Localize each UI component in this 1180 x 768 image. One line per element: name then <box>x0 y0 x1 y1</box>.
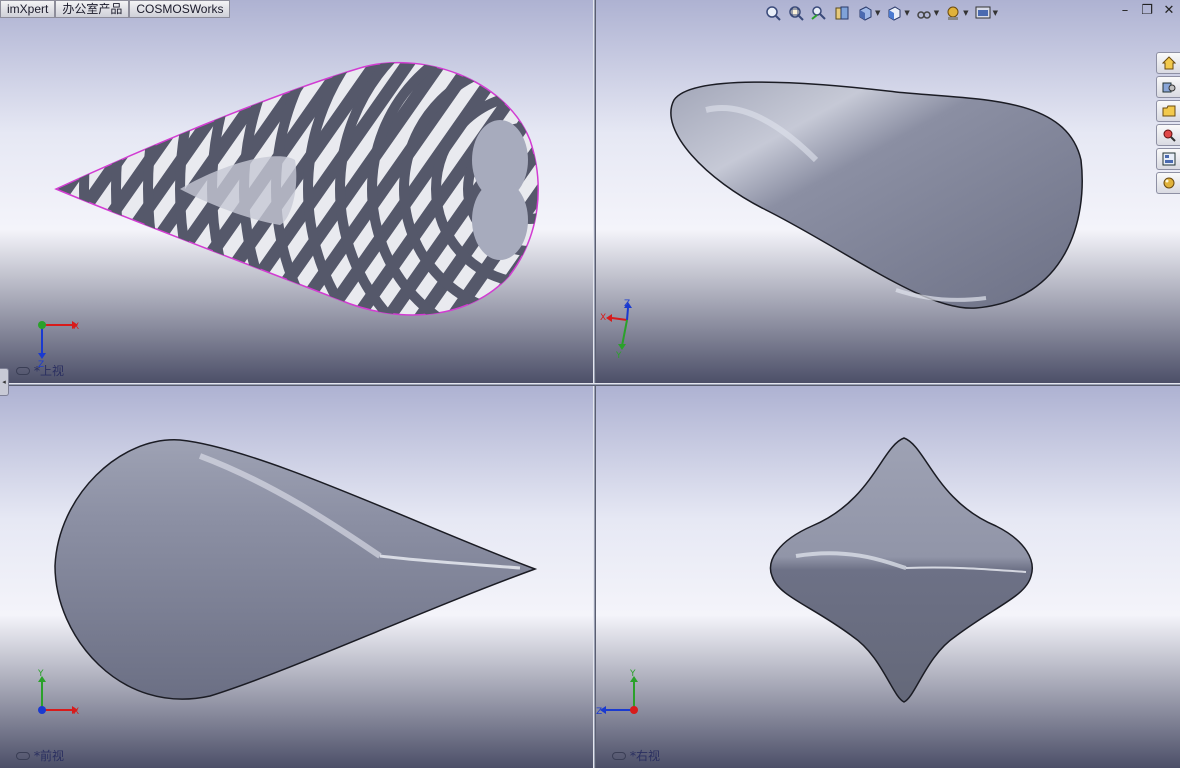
svg-text:Y: Y <box>615 351 622 360</box>
window-controls: – ❐ ✕ <box>1118 3 1176 18</box>
viewport-front-label: *前视 <box>16 747 64 764</box>
appearance-icon[interactable] <box>944 4 962 22</box>
chevron-down-icon[interactable]: ▼ <box>904 9 909 17</box>
chevron-down-icon[interactable]: ▼ <box>934 9 939 17</box>
display-style-icon[interactable] <box>885 4 903 22</box>
chevron-down-icon[interactable]: ▼ <box>963 9 968 17</box>
tab-cosmosworks[interactable]: COSMOSWorks <box>129 0 231 18</box>
svg-text:X: X <box>73 707 79 717</box>
triad-isometric: X Z Y <box>600 299 632 360</box>
svg-text:Z: Z <box>596 707 602 717</box>
link-views-icon[interactable] <box>16 751 30 760</box>
viewport-splitter-horizontal[interactable] <box>0 383 1180 386</box>
svg-text:Y: Y <box>37 669 44 679</box>
view-palette-icon[interactable] <box>1156 148 1180 170</box>
chevron-down-icon[interactable]: ▼ <box>875 9 880 17</box>
triad-front: X Y <box>37 669 79 717</box>
minimize-icon[interactable]: – <box>1118 3 1132 18</box>
scene-icon[interactable] <box>974 4 992 22</box>
panel-collapse-handle[interactable]: ◂ <box>0 368 9 396</box>
viewport-right[interactable]: Z Y *右视 <box>596 386 1180 768</box>
previous-view-icon[interactable] <box>810 4 828 22</box>
viewport-front[interactable]: X Y *前视 <box>0 386 593 768</box>
task-pane <box>1156 52 1180 194</box>
restore-icon[interactable]: ❐ <box>1140 3 1154 18</box>
viewport-isometric[interactable]: X Z Y <box>596 0 1180 383</box>
chevron-down-icon[interactable]: ▼ <box>993 9 998 17</box>
search-icon[interactable] <box>1156 124 1180 146</box>
svg-text:X: X <box>73 322 79 332</box>
close-icon[interactable]: ✕ <box>1162 3 1176 18</box>
hide-show-icon[interactable] <box>915 4 933 22</box>
link-views-icon[interactable] <box>16 366 30 375</box>
home-icon[interactable] <box>1156 52 1180 74</box>
triad-right: Z Y <box>596 669 638 717</box>
tab-office-products[interactable]: 办公室产品 <box>55 0 130 18</box>
viewport-isometric-canvas[interactable] <box>596 0 1180 383</box>
zoom-to-fit-icon[interactable] <box>764 4 782 22</box>
link-views-icon[interactable] <box>612 751 626 760</box>
svg-text:X: X <box>600 313 606 323</box>
viewport-right-label: *右视 <box>612 747 660 764</box>
zoom-area-icon[interactable] <box>787 4 805 22</box>
view-orientation-icon[interactable] <box>856 4 874 22</box>
solidworks-window: imXpert 办公室产品 COSMOSWorks X Z *上视 X Z Y … <box>0 0 1180 768</box>
viewport-top-label: *上视 <box>16 362 64 379</box>
svg-text:Y: Y <box>629 669 636 679</box>
tab-mimxpert[interactable]: imXpert <box>0 0 56 18</box>
svg-text:Z: Z <box>624 299 630 309</box>
appearances-icon[interactable] <box>1156 172 1180 194</box>
command-manager-tabs: imXpert 办公室产品 COSMOSWorks <box>0 0 231 18</box>
file-explorer-icon[interactable] <box>1156 100 1180 122</box>
viewport-top[interactable]: X Z *上视 <box>0 0 593 383</box>
heads-up-view-toolbar: ▼ ▼ ▼ ▼ ▼ <box>764 4 998 22</box>
viewport-right-canvas[interactable] <box>596 386 1180 768</box>
design-library-icon[interactable] <box>1156 76 1180 98</box>
section-view-icon[interactable] <box>833 4 851 22</box>
